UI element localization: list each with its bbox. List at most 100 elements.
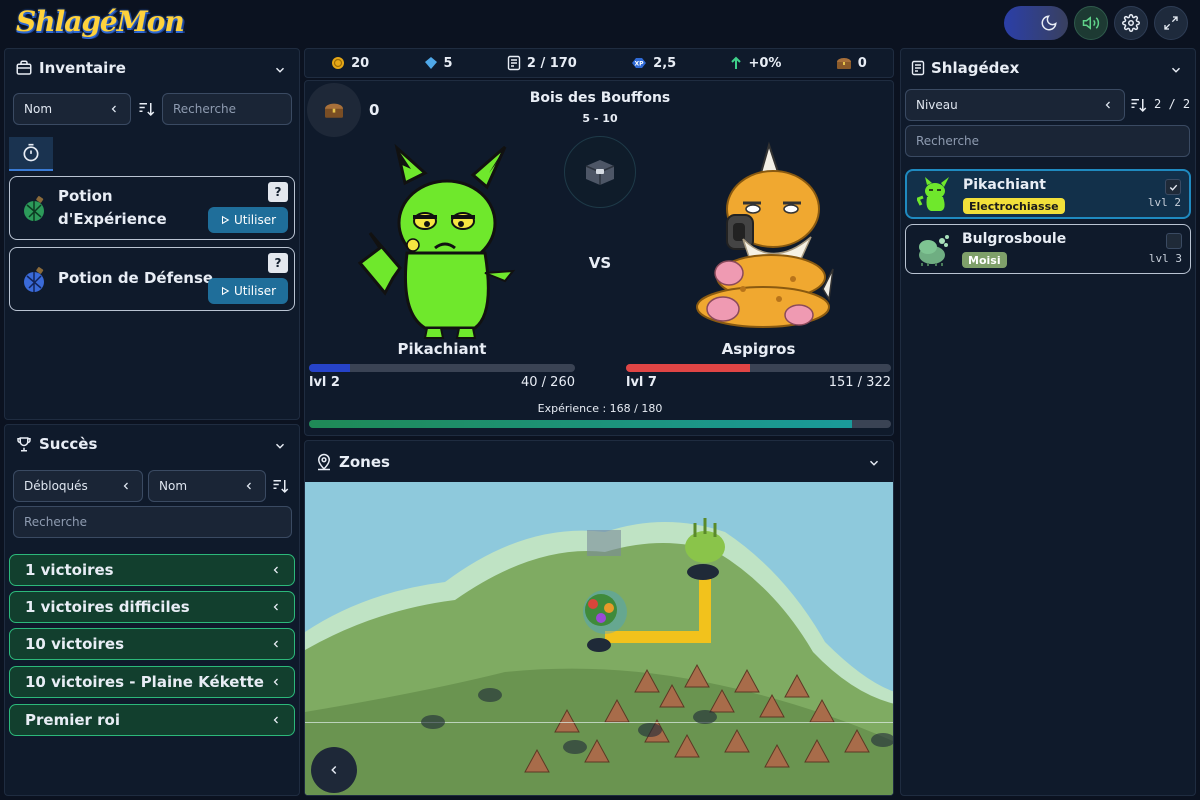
expand-icon: [1164, 16, 1178, 30]
map-pin-icon: [317, 453, 331, 471]
zones-panel: Zones: [304, 440, 894, 796]
zone-levels: 5 - 10: [582, 112, 618, 125]
moon-icon: [1041, 15, 1057, 31]
item-name: Potion d'Expérience: [58, 187, 167, 228]
achievement-item[interactable]: Premier roi: [9, 704, 295, 736]
pokedex-icon: [911, 60, 925, 76]
player-name: Pikachiant: [397, 340, 487, 358]
enemy-hp-bar: [626, 364, 891, 372]
tab-timed-items[interactable]: [9, 137, 53, 171]
chevron-left-icon: [246, 482, 251, 490]
inventory-sort-select[interactable]: Nom: [13, 93, 131, 125]
fullscreen-button[interactable]: [1154, 6, 1188, 40]
achievement-item[interactable]: 10 victoires - Plaine Kékette: [9, 666, 295, 698]
play-icon: [221, 215, 230, 225]
dex-entry-level: lvl 3: [1148, 252, 1182, 265]
achievements-search-input[interactable]: Recherche: [13, 506, 292, 538]
dex-entry-level: lvl 2: [1147, 196, 1181, 209]
app-logo[interactable]: ShlagéMon: [16, 5, 185, 38]
shlagedex-search-input[interactable]: Recherche: [905, 125, 1190, 157]
type-badge: Moisi: [962, 252, 1007, 268]
use-item-button[interactable]: Utiliser: [208, 278, 288, 304]
xp-icon: XP: [632, 58, 647, 68]
gear-icon: [1122, 14, 1140, 32]
speaker-icon: [1082, 16, 1100, 30]
active-checkbox[interactable]: [1165, 179, 1181, 195]
chevron-left-icon: [273, 603, 278, 611]
item-help-button[interactable]: ?: [268, 182, 288, 202]
sort-direction-icon[interactable]: [1129, 96, 1149, 114]
enemy-hp-text: 151 / 322: [828, 375, 891, 390]
sound-button[interactable]: [1074, 6, 1108, 40]
inventory-search-input[interactable]: Recherche: [162, 93, 292, 125]
shlagedex-header[interactable]: Shlagédex: [911, 59, 1019, 77]
experience-bar: [309, 420, 891, 428]
shlagedex-panel: Shlagédex Niveau 2 / 2 Recherche Pikachi…: [900, 48, 1196, 796]
achievements-filter-select[interactable]: Débloqués: [13, 470, 143, 502]
chevron-left-icon: [273, 566, 278, 574]
achievements-sort-value: Nom: [159, 479, 188, 493]
stats-bar: 20 5 2 / 170 XP 2,5 +0% 0: [304, 48, 894, 78]
dex-entry[interactable]: Pikachiant Electrochiasse lvl 2: [905, 169, 1191, 219]
achievements-search-placeholder: Recherche: [24, 515, 88, 529]
chevron-left-icon: [331, 765, 337, 775]
gems-stat: 5: [424, 56, 453, 71]
zone-marker-village[interactable]: [587, 530, 621, 556]
type-badge: Electrochiasse: [963, 198, 1065, 214]
achievements-title: Succès: [39, 435, 98, 453]
use-item-button[interactable]: Utiliser: [208, 207, 288, 233]
coins-stat: 20: [331, 56, 369, 71]
dex-entry-name: Bulgrosboule: [962, 231, 1067, 247]
item-help-button[interactable]: ?: [268, 253, 288, 273]
top-bar: ShlagéMon: [0, 0, 1200, 46]
capture-ball-slot[interactable]: [564, 136, 636, 208]
shlagedex-title: Shlagédex: [931, 59, 1020, 77]
dex-entry[interactable]: Bulgrosboule Moisi lvl 3: [905, 224, 1191, 274]
dex-stat: 2 / 170: [507, 55, 577, 71]
svg-text:XP: XP: [635, 61, 645, 68]
achievements-header[interactable]: Succès: [15, 435, 97, 453]
theme-toggle[interactable]: [1004, 6, 1068, 40]
shlagedex-count: 2 / 2: [1154, 97, 1191, 111]
chest-icon: [836, 58, 851, 69]
inventory-panel: Inventaire Nom Recherche Potion d'Expéri…: [4, 48, 300, 420]
map-back-button[interactable]: [311, 747, 357, 793]
enemy-name: Aspigros: [721, 340, 796, 358]
achievement-item[interactable]: 1 victoires: [9, 554, 295, 586]
chests-stat: 0: [836, 56, 867, 71]
sort-direction-icon[interactable]: [137, 100, 157, 118]
inventory-title: Inventaire: [39, 59, 126, 77]
enemy-creature-sprite: [696, 141, 834, 328]
dex-entry-name: Pikachiant: [963, 177, 1046, 193]
player-creature-sprite: [357, 143, 516, 339]
gem-icon: [424, 57, 437, 69]
active-checkbox[interactable]: [1166, 233, 1182, 249]
achievements-sort-select[interactable]: Nom: [148, 470, 266, 502]
inventory-header[interactable]: Inventaire: [15, 59, 126, 77]
zones-header[interactable]: Zones: [315, 453, 390, 471]
chevron-left-icon: [273, 678, 278, 686]
bonus-stat: +0%: [730, 56, 781, 71]
chevron-down-icon[interactable]: [867, 456, 881, 470]
chevron-down-icon[interactable]: [273, 439, 287, 453]
creature-thumbnail: [917, 177, 949, 211]
achievement-item[interactable]: 10 victoires: [9, 628, 295, 660]
zone-name: Bois des Bouffons: [529, 90, 671, 106]
achievements-filter-value: Débloqués: [24, 479, 88, 493]
settings-button[interactable]: [1114, 6, 1148, 40]
inventory-sort-value: Nom: [24, 102, 53, 116]
chevron-left-icon: [273, 640, 278, 648]
zone-map[interactable]: [305, 482, 894, 796]
backpack-icon: [16, 60, 32, 75]
stopwatch-icon: [23, 143, 39, 162]
chevron-down-icon[interactable]: [1169, 63, 1183, 77]
zones-title: Zones: [339, 453, 390, 471]
pokedex-icon: [507, 55, 521, 71]
player-hp-bar: [309, 364, 575, 372]
sort-direction-icon[interactable]: [271, 477, 291, 495]
play-icon: [221, 286, 230, 296]
chevron-left-icon: [273, 716, 278, 724]
shlagedex-sort-select[interactable]: Niveau: [905, 89, 1125, 121]
achievement-item[interactable]: 1 victoires difficiles: [9, 591, 295, 623]
chevron-down-icon[interactable]: [273, 63, 287, 77]
